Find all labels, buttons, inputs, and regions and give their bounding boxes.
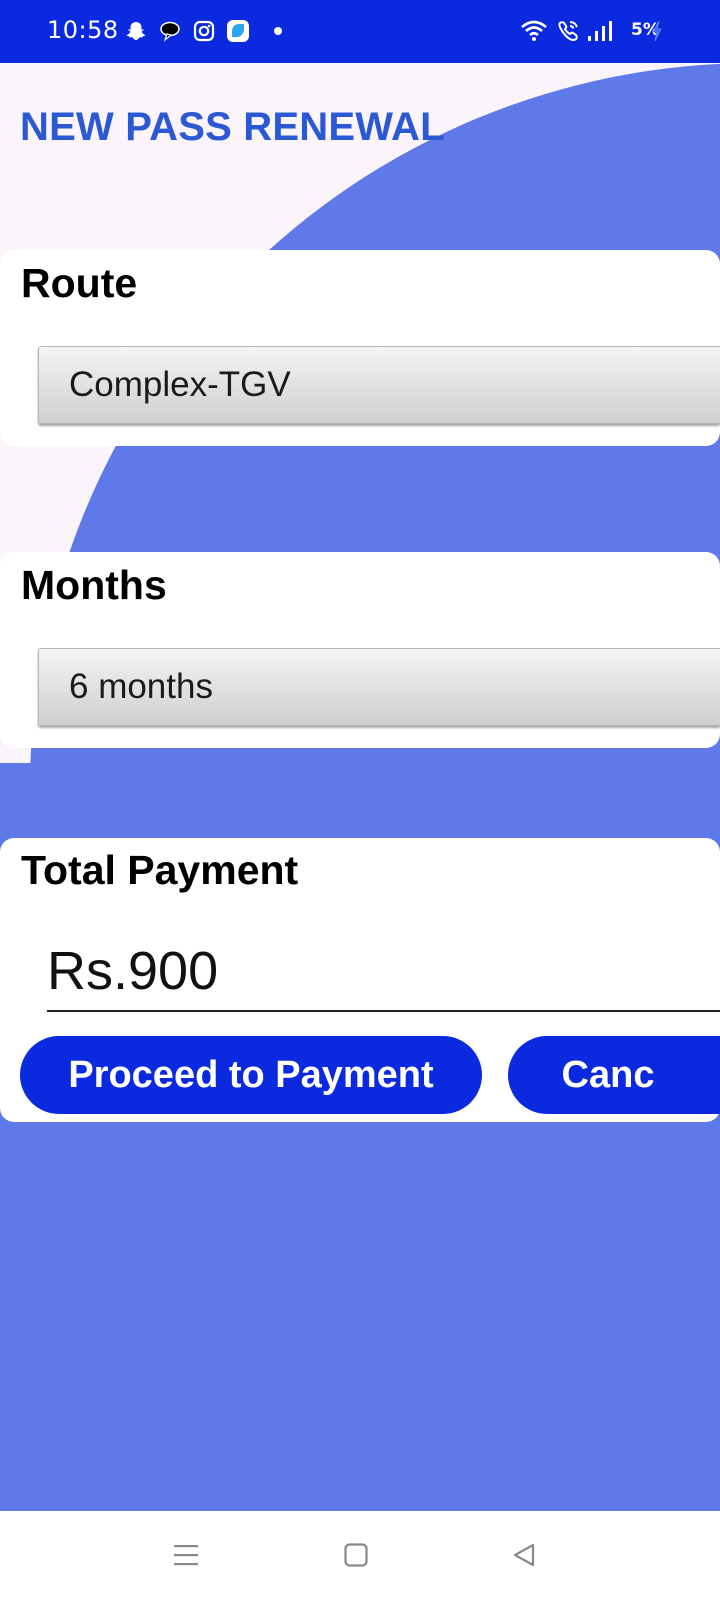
page-title: NEW PASS RENEWAL	[20, 105, 445, 149]
dot-icon	[266, 19, 290, 43]
home-icon[interactable]	[340, 1539, 372, 1571]
charging-icon	[650, 19, 664, 43]
main-content: NEW PASS RENEWAL Route Complex-TGV Month…	[0, 63, 720, 1511]
wifi-call-icon	[556, 19, 582, 43]
status-time: 10:58	[47, 16, 119, 44]
payment-amount-field[interactable]: Rs.900	[47, 940, 218, 1002]
wifi-icon	[520, 19, 548, 43]
total-payment-label: Total Payment	[21, 847, 299, 893]
snapchat-icon	[124, 19, 148, 43]
months-label: Months	[21, 562, 167, 608]
app-icon	[226, 19, 250, 43]
chat-bubble-icon	[158, 19, 182, 43]
amount-underline	[47, 1010, 720, 1012]
months-select[interactable]: 6 months	[38, 648, 720, 726]
proceed-to-payment-button[interactable]: Proceed to Payment	[20, 1036, 482, 1114]
instagram-icon	[192, 19, 216, 43]
route-selected-value: Complex-TGV	[69, 365, 291, 404]
back-icon[interactable]	[508, 1539, 540, 1571]
months-card: Months 6 months	[0, 552, 720, 748]
payment-card: Total Payment Rs.900 Proceed to Payment …	[0, 838, 720, 1122]
cancel-button[interactable]: Canc	[508, 1036, 720, 1114]
status-bar: 10:58 5%	[0, 0, 720, 63]
months-selected-value: 6 months	[69, 667, 213, 706]
route-select[interactable]: Complex-TGV	[38, 346, 720, 424]
route-label: Route	[21, 260, 138, 306]
signal-icon	[586, 19, 614, 43]
navigation-bar	[0, 1511, 720, 1600]
menu-icon[interactable]	[170, 1539, 202, 1571]
route-card: Route Complex-TGV	[0, 250, 720, 446]
cancel-button-label: Canc	[561, 1053, 655, 1096]
